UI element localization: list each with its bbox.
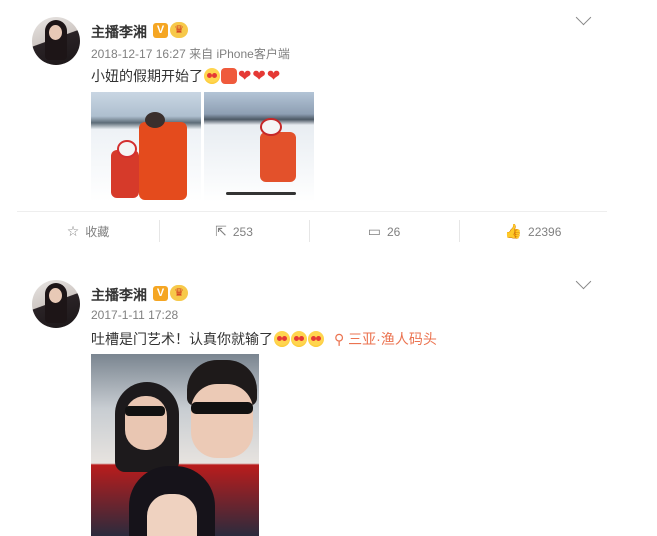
favorite-button[interactable]: ☆ 收藏 [17, 212, 159, 250]
post-meta: 2018-12-17 16:27 来自 iPhone客户端 [91, 45, 290, 62]
verified-badge-icon: V [153, 286, 168, 301]
sunglasses [191, 402, 253, 414]
photo-ski [226, 192, 296, 195]
thumbs-up-icon: 👍 [504, 223, 523, 239]
post-meta: 2017-1-11 17:28 [91, 308, 178, 322]
heart-emoji: ❤ [238, 68, 252, 85]
source-prefix: 来自 [189, 47, 214, 61]
timestamp[interactable]: 2017-1-11 17:28 [91, 308, 178, 322]
photo-man-face [191, 384, 253, 458]
crown-badge-icon: ♛ [170, 285, 188, 301]
post-text: 小妞的假期开始了 ❤❤❤ [91, 68, 281, 85]
username[interactable]: 主播李湘 [91, 285, 147, 305]
heart-eyes-emoji [204, 68, 220, 84]
avatar[interactable] [32, 280, 80, 328]
like-button[interactable]: 👍 22396 [459, 212, 607, 250]
heart-face-emoji [274, 331, 290, 347]
photo-child [117, 140, 137, 158]
location-link[interactable]: ⚲ 三亚·渔人码头 [334, 331, 437, 347]
yacht-selfie-photo[interactable] [91, 354, 259, 536]
photo-person [145, 112, 165, 128]
avatar[interactable] [32, 17, 80, 65]
heart-face-emoji [308, 331, 324, 347]
photo-woman-face [125, 396, 167, 450]
muscle-emoji [221, 68, 237, 84]
photo-skier [260, 132, 296, 182]
chevron-down-icon[interactable] [575, 273, 592, 290]
crown-badge-icon: ♛ [170, 22, 188, 38]
post-card: 主播李湘 V ♛ 2018-12-17 16:27 来自 iPhone客户端 小… [0, 0, 657, 250]
photo-child-face [147, 494, 197, 536]
photo-person [139, 122, 187, 200]
repost-button[interactable]: ⇱ 253 [159, 212, 309, 250]
sunglasses [125, 406, 165, 416]
action-bar: ☆ 收藏 ⇱ 253 ▭ 26 👍 22396 [17, 211, 607, 250]
timestamp[interactable]: 2018-12-17 16:27 [91, 47, 186, 61]
source-client[interactable]: iPhone客户端 [216, 47, 289, 61]
heart-emoji: ❤ [266, 68, 281, 85]
photo-skier [260, 118, 282, 136]
chevron-down-icon[interactable] [575, 9, 592, 26]
post-text: 吐槽是门艺术！认真你就输了 ⚲ 三亚·渔人码头 [91, 331, 437, 347]
username[interactable]: 主播李湘 [91, 22, 147, 42]
ski-photo-1[interactable] [91, 92, 201, 202]
ski-photo-2[interactable] [204, 92, 314, 202]
comment-button[interactable]: ▭ 26 [309, 212, 459, 250]
comment-icon: ▭ [367, 223, 381, 239]
location-pin-icon: ⚲ [334, 331, 349, 347]
post-gap [0, 250, 657, 262]
post-card: 主播李湘 V ♛ 2017-1-11 17:28 吐槽是门艺术！认真你就输了 ⚲ … [0, 262, 657, 536]
star-icon: ☆ [66, 223, 80, 239]
heart-face-emoji [291, 331, 307, 347]
verified-badge-icon: V [153, 23, 168, 38]
heart-emoji: ❤ [252, 68, 266, 85]
repost-icon: ⇱ [215, 223, 227, 239]
